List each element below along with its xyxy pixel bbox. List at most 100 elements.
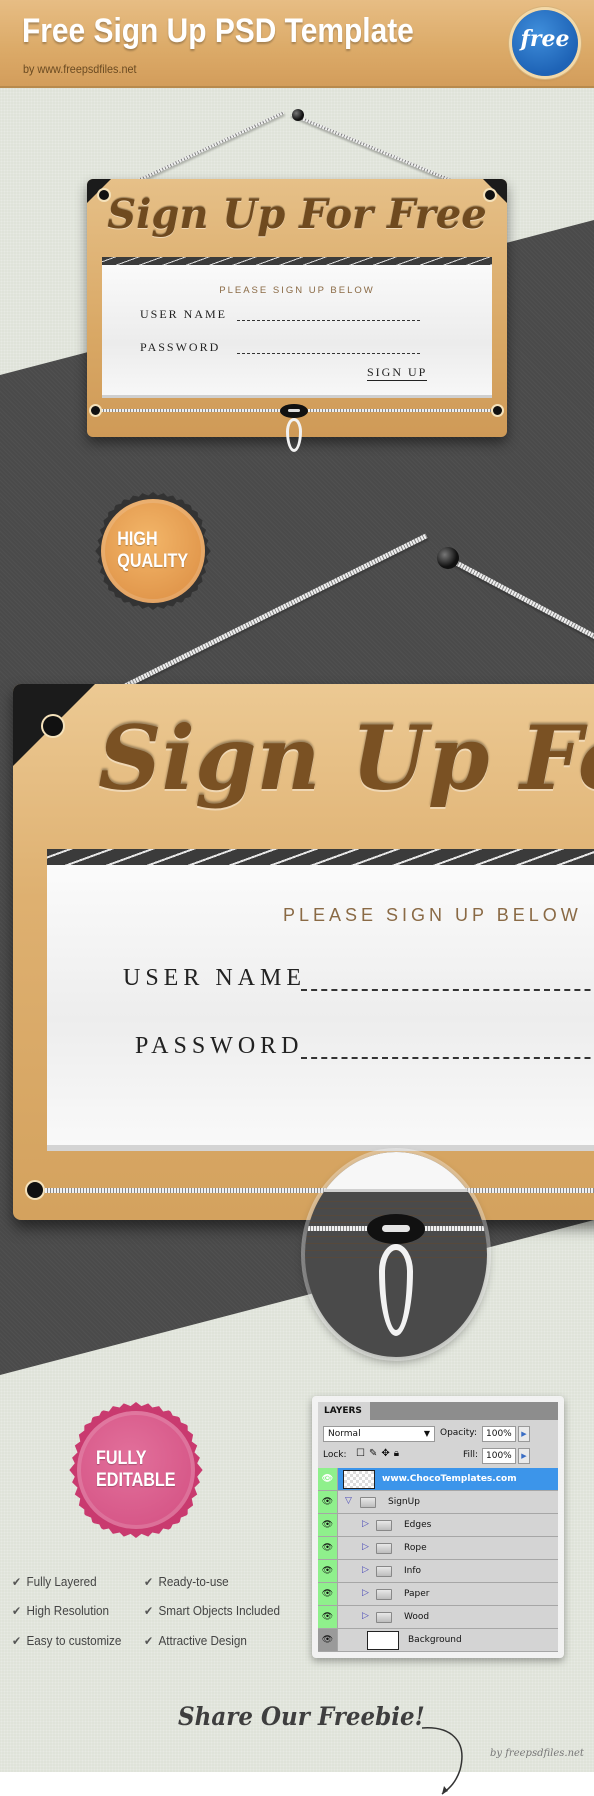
opacity-input[interactable]: 100%	[482, 1426, 516, 1442]
username-field[interactable]	[301, 969, 594, 991]
folder-icon	[376, 1589, 392, 1600]
collapse-triangle-icon[interactable]: ▷	[362, 1588, 369, 1598]
share-heading: Share Our Freebie!	[178, 1702, 425, 1731]
checkmark-icon: ✔	[12, 1604, 22, 1618]
checkmark-icon: ✔	[12, 1634, 22, 1648]
toggle-button-icon	[280, 404, 308, 418]
layer-row[interactable]: 👁︎ ▷ Paper	[318, 1583, 558, 1606]
folder-icon	[376, 1543, 392, 1554]
lock-paint-icon[interactable]: ✎	[369, 1448, 381, 1459]
folder-icon	[376, 1566, 392, 1577]
fully-editable-badge: FULLY EDITABLE	[77, 1411, 195, 1529]
collapse-triangle-icon[interactable]: ▷	[362, 1611, 369, 1621]
feature-item: ✔ Fully Layered	[12, 1574, 97, 1589]
chevron-down-icon: ▼	[423, 1429, 430, 1438]
eye-icon[interactable]: 👁︎	[318, 1583, 338, 1605]
grommet-icon	[27, 1182, 43, 1198]
layer-name: Edges	[404, 1520, 432, 1530]
collapse-triangle-icon[interactable]: ▷	[362, 1565, 369, 1575]
form-prompt: PLEASE SIGN UP BELOW	[219, 285, 375, 296]
feature-item: ✔ Smart Objects Included	[144, 1603, 281, 1618]
badge-line-2: EDITABLE	[96, 1470, 176, 1491]
layer-row[interactable]: 👁︎ ▷ Rope	[318, 1537, 558, 1560]
layer-name: SignUp	[388, 1497, 420, 1507]
grommet-icon	[91, 406, 100, 415]
folder-icon	[360, 1497, 376, 1508]
layer-name: www.ChocoTemplates.com	[382, 1474, 517, 1484]
opacity-label: Opacity:	[440, 1428, 477, 1438]
username-label: USER NAME	[140, 307, 228, 321]
expand-triangle-icon[interactable]: ▽	[345, 1496, 352, 1506]
high-quality-badge: HIGH QUALITY	[101, 499, 205, 603]
feature-item: ✔ Attractive Design	[144, 1633, 247, 1648]
eye-icon[interactable]: 👁︎	[318, 1537, 338, 1559]
layer-thumbnail	[367, 1631, 399, 1650]
checkmark-icon: ✔	[144, 1634, 154, 1648]
fill-input[interactable]: 100%	[482, 1448, 516, 1464]
layer-thumbnail	[343, 1470, 375, 1489]
eye-icon[interactable]: 👁︎	[318, 1468, 338, 1490]
password-field[interactable]	[301, 1037, 594, 1059]
bottom-white-strip	[0, 1772, 594, 1796]
collapse-triangle-icon[interactable]: ▷	[362, 1519, 369, 1529]
folder-icon	[376, 1520, 392, 1531]
layer-name: Paper	[404, 1589, 430, 1599]
layer-name: Rope	[404, 1543, 427, 1553]
layers-panel: LAYERS Normal ▼ Opacity: 100% ▶ Lock: ☐✎✥…	[312, 1396, 564, 1658]
large-signup-sign-detail: Sign Up For Fr PLEASE SIGN UP BELOW USER…	[13, 684, 594, 1220]
free-badge-label: free	[520, 26, 570, 52]
lock-transparency-icon[interactable]: ☐	[356, 1448, 369, 1459]
feature-item: ✔ Easy to customize	[12, 1633, 122, 1648]
fill-stepper[interactable]: ▶	[518, 1448, 530, 1464]
signup-button[interactable]: SIGN UP	[367, 365, 428, 381]
form-prompt: PLEASE SIGN UP BELOW	[283, 905, 582, 925]
lock-all-icon[interactable]: 🔒︎	[394, 1448, 403, 1459]
password-label: PASSWORD	[135, 1033, 304, 1059]
badge-line-1: HIGH	[117, 529, 158, 550]
eye-icon[interactable]: 👁︎	[318, 1514, 338, 1536]
feature-item: ✔ High Resolution	[12, 1603, 110, 1618]
blend-mode-select[interactable]: Normal ▼	[323, 1426, 435, 1442]
eye-icon[interactable]: 👁︎	[318, 1491, 338, 1513]
lock-label: Lock:	[323, 1450, 347, 1460]
layer-row[interactable]: 👁︎ ▽ SignUp	[318, 1491, 558, 1514]
layer-row[interactable]: 👁︎ ▷ Edges	[318, 1514, 558, 1537]
layer-row[interactable]: 👁︎ ▷ Wood	[318, 1606, 558, 1629]
signup-form: PLEASE SIGN UP BELOW USER NAME PASSWORD …	[102, 265, 492, 395]
lock-move-icon[interactable]: ✥	[381, 1448, 393, 1459]
layer-row[interactable]: 👁︎ Background	[318, 1629, 558, 1652]
curved-arrow-icon	[421, 1727, 463, 1795]
nail-icon	[437, 547, 459, 569]
layer-row[interactable]: 👁︎ www.ChocoTemplates.com	[318, 1468, 558, 1491]
magnified-paper	[305, 1152, 487, 1192]
opacity-stepper[interactable]: ▶	[518, 1426, 530, 1442]
panel-tab-bar: LAYERS	[318, 1402, 558, 1420]
password-label: PASSWORD	[140, 340, 221, 354]
stitched-strip	[47, 849, 594, 865]
password-field[interactable]	[237, 342, 420, 354]
feature-item: ✔ Ready-to-use	[144, 1574, 229, 1589]
username-field[interactable]	[237, 309, 420, 321]
sign-title-large: Sign Up For Fr	[98, 706, 594, 810]
toggle-button-icon	[367, 1214, 425, 1244]
layer-name: Info	[404, 1566, 422, 1576]
signup-form-large: PLEASE SIGN UP BELOW USER NAME PASSWORD	[47, 865, 594, 1145]
sign-title: Sign Up For Free	[107, 191, 487, 238]
checkmark-icon: ✔	[12, 1575, 22, 1589]
eye-icon[interactable]: 👁︎	[318, 1606, 338, 1628]
eye-icon[interactable]: 👁︎	[318, 1629, 338, 1651]
layer-row[interactable]: 👁︎ ▷ Info	[318, 1560, 558, 1583]
tab-layers[interactable]: LAYERS	[318, 1402, 370, 1420]
grommet-icon	[43, 716, 63, 736]
layers-toolbar: Normal ▼ Opacity: 100% ▶ Lock: ☐✎✥🔒︎ Fill…	[318, 1420, 558, 1468]
page-title: Free Sign Up PSD Template	[22, 12, 414, 50]
username-label: USER NAME	[123, 965, 307, 991]
checkmark-icon: ✔	[144, 1604, 154, 1618]
nail-icon	[292, 109, 304, 121]
footer-credit: by freepsdfiles.net	[490, 1748, 584, 1759]
eye-icon[interactable]: 👁︎	[318, 1560, 338, 1582]
collapse-triangle-icon[interactable]: ▷	[362, 1542, 369, 1552]
badge-line-1: FULLY	[96, 1448, 147, 1469]
header-banner: Free Sign Up PSD Template by www.freepsd…	[0, 0, 594, 88]
checkmark-icon: ✔	[144, 1575, 154, 1589]
